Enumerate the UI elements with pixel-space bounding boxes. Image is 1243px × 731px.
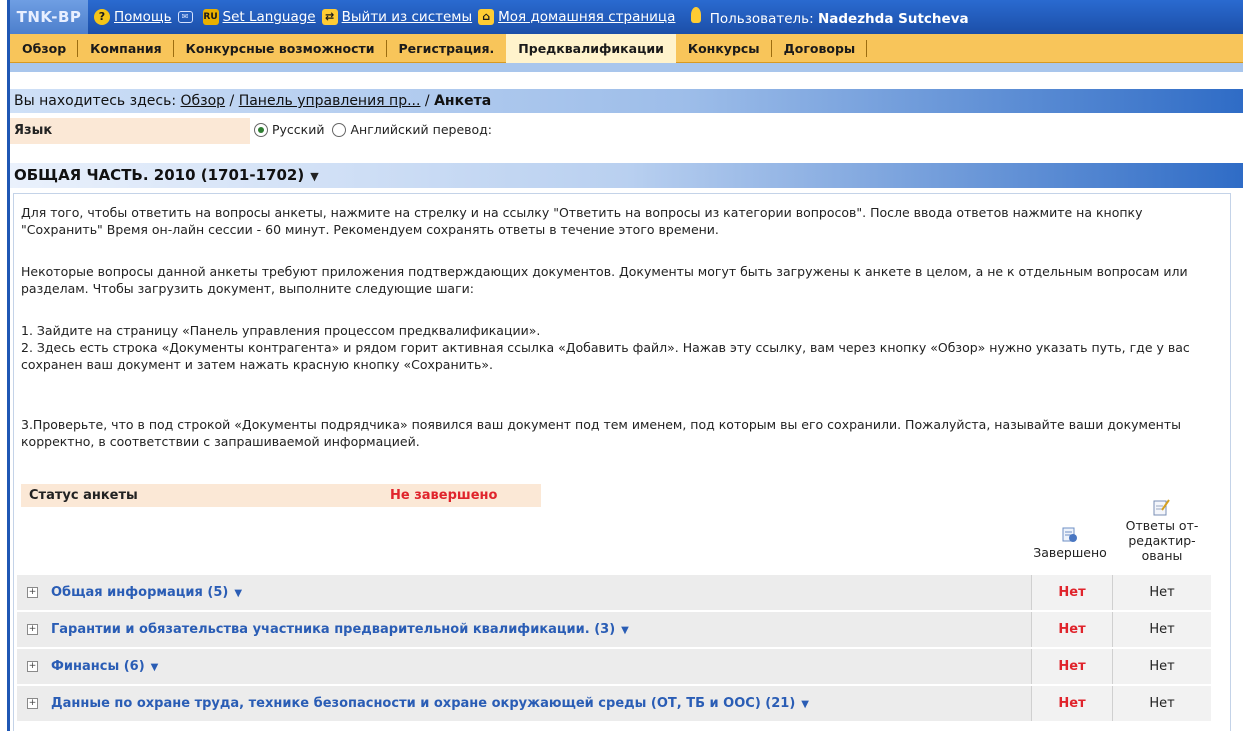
set-language-link[interactable]: RU Set Language <box>202 9 316 25</box>
language-options: Русский Английский перевод: <box>254 122 500 137</box>
help-label[interactable]: Помощь <box>114 9 172 25</box>
category-row[interactable]: + Гарантии и обязательства участника пре… <box>17 612 1211 649</box>
breadcrumb-prefix: Вы находитесь здесь: <box>14 93 177 109</box>
top-header: TNK-BP ? Помощь ✉ RU Set Language ⇄ Выйт… <box>10 0 1243 34</box>
breadcrumb-link-panel[interactable]: Панель управления пр... <box>239 93 421 109</box>
category-title[interactable]: Гарантии и обязательства участника предв… <box>51 622 615 637</box>
home-icon: ⌂ <box>478 9 495 25</box>
language-row: Язык Русский Английский перевод: <box>10 118 1243 144</box>
language-label: Язык <box>10 118 250 144</box>
tab-prequalification[interactable]: Предквалификации <box>506 33 676 63</box>
breadcrumb-current: Анкета <box>434 93 492 109</box>
category-completed: Нет <box>1031 612 1112 647</box>
category-edited: Нет <box>1112 649 1211 684</box>
column-edited: Ответы от- редактир- ованы <box>1114 498 1210 563</box>
column-edited-label-1: Ответы от- <box>1125 518 1199 533</box>
questionnaire-status: Статус анкеты Не завершено <box>21 484 541 507</box>
category-title-wrap[interactable]: Общая информация (5) ▼ <box>51 575 242 611</box>
user-icon <box>691 7 702 23</box>
user-label: Пользователь: <box>709 11 814 27</box>
tnk-bp-logo: TNK-BP <box>10 0 88 34</box>
column-edited-label-2: редактир- <box>1128 533 1196 548</box>
category-dropdown-icon[interactable]: ▼ <box>151 662 159 673</box>
category-title[interactable]: Данные по охране труда, технике безопасн… <box>51 696 795 711</box>
expand-icon[interactable]: + <box>27 587 38 598</box>
column-edited-label-3: ованы <box>1141 548 1183 563</box>
user-info: Пользователь: Nadezhda Sutcheva <box>691 7 969 27</box>
category-title-wrap[interactable]: Финансы (6) ▼ <box>51 649 158 685</box>
logout-icon: ⇄ <box>321 9 338 25</box>
category-title[interactable]: Финансы (6) <box>51 659 145 674</box>
tab-tenders[interactable]: Конкурсы <box>676 34 772 63</box>
category-completed: Нет <box>1031 575 1112 610</box>
user-name: Nadezhda Sutcheva <box>817 11 969 27</box>
breadcrumb-separator: / <box>424 93 430 109</box>
instruction-paragraph-1: Для того, чтобы ответить на вопросы анке… <box>21 205 1143 237</box>
instruction-step-1: 1. Зайдите на страницу «Панель управлени… <box>21 323 541 338</box>
home-link[interactable]: ⌂ Моя домашняя страница <box>478 9 675 25</box>
instruction-paragraph-2: Некоторые вопросы данной анкеты требуют … <box>21 264 1188 296</box>
column-completed: Завершено <box>1029 527 1111 560</box>
completed-column-icon <box>1062 527 1077 542</box>
section-title: ОБЩАЯ ЧАСТЬ. 2010 (1701-1702) <box>14 166 305 184</box>
home-label[interactable]: Моя домашняя страница <box>498 9 675 25</box>
tab-registration[interactable]: Регистрация. <box>387 34 507 63</box>
tab-overview[interactable]: Обзор <box>10 34 79 63</box>
category-title-wrap[interactable]: Данные по охране труда, технике безопасн… <box>51 686 809 722</box>
radio-english-label[interactable]: Английский перевод: <box>350 122 492 137</box>
category-dropdown-icon[interactable]: ▼ <box>234 588 242 599</box>
breadcrumb-link-overview[interactable]: Обзор <box>181 93 226 109</box>
category-row[interactable]: + Данные по охране труда, технике безопа… <box>17 686 1211 723</box>
status-label: Статус анкеты <box>29 488 138 503</box>
instruction-step-3: 3.Проверьте, что в под строкой «Документ… <box>21 417 1181 449</box>
breadcrumb-separator: / <box>229 93 235 109</box>
left-edge-bar <box>0 0 10 731</box>
tab-opportunities[interactable]: Конкурсные возможности <box>174 34 387 63</box>
category-dropdown-icon[interactable]: ▼ <box>621 625 629 636</box>
category-title[interactable]: Общая информация (5) <box>51 585 228 600</box>
category-row[interactable]: + Общая информация (5) ▼ Нет Нет <box>17 575 1211 612</box>
sub-nav-bar <box>10 63 1243 72</box>
radio-english[interactable] <box>332 122 347 137</box>
radio-russian-label[interactable]: Русский <box>272 122 324 137</box>
tab-company[interactable]: Компания <box>78 34 174 63</box>
questionnaire-content: Для того, чтобы ответить на вопросы анке… <box>13 193 1231 731</box>
instruction-step-2: 2. Здесь есть строка «Документы контраге… <box>21 340 1190 372</box>
help-link[interactable]: ? Помощь <box>94 9 172 25</box>
radio-russian[interactable] <box>254 122 268 137</box>
edited-column-icon <box>1153 499 1170 516</box>
category-edited: Нет <box>1112 686 1211 721</box>
category-title-wrap[interactable]: Гарантии и обязательства участника предв… <box>51 612 629 648</box>
mail-link[interactable]: ✉ <box>177 11 197 23</box>
expand-icon[interactable]: + <box>27 661 38 672</box>
logout-link[interactable]: ⇄ Выйти из системы <box>321 9 473 25</box>
expand-icon[interactable]: + <box>27 624 38 635</box>
breadcrumb: Вы находитесь здесь: Обзор / Панель упра… <box>10 89 1243 113</box>
status-value: Не завершено <box>390 488 498 503</box>
category-edited: Нет <box>1112 612 1211 647</box>
category-edited: Нет <box>1112 575 1211 610</box>
language-flag-icon: RU <box>202 9 219 25</box>
category-completed: Нет <box>1031 649 1112 684</box>
section-dropdown-icon[interactable]: ▼ <box>310 170 318 183</box>
tab-contracts[interactable]: Договоры <box>772 34 868 63</box>
mail-icon[interactable]: ✉ <box>177 11 193 23</box>
category-row[interactable]: + Финансы (6) ▼ Нет Нет <box>17 649 1211 686</box>
main-nav: Обзор Компания Конкурсные возможности Ре… <box>10 33 1243 63</box>
expand-icon[interactable]: + <box>27 698 38 709</box>
column-completed-label: Завершено <box>1033 545 1107 560</box>
help-icon: ? <box>94 9 110 25</box>
category-completed: Нет <box>1031 686 1112 721</box>
set-language-label[interactable]: Set Language <box>223 9 316 25</box>
logout-label[interactable]: Выйти из системы <box>342 9 473 25</box>
category-dropdown-icon[interactable]: ▼ <box>801 699 809 710</box>
section-header[interactable]: ОБЩАЯ ЧАСТЬ. 2010 (1701-1702) ▼ <box>10 163 1243 188</box>
